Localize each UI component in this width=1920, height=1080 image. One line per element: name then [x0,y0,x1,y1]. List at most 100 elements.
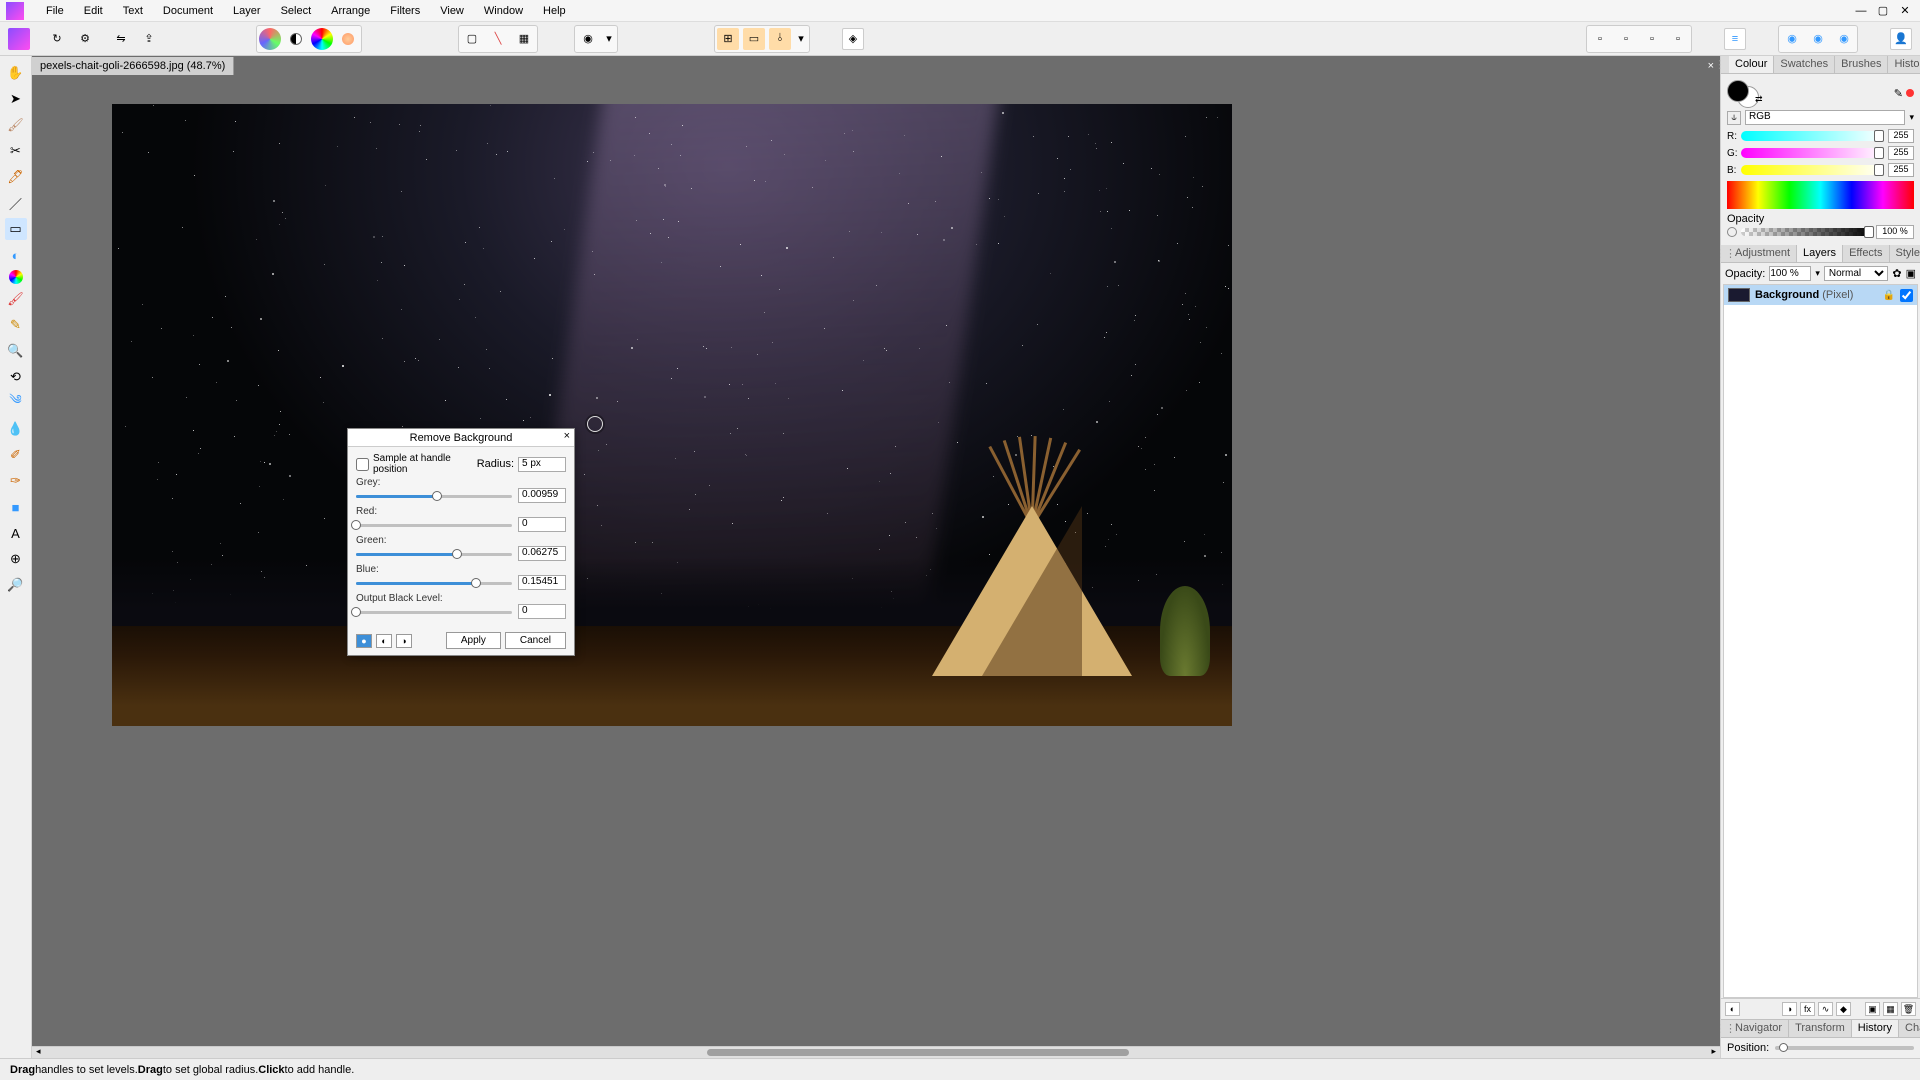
tab-colour[interactable]: Colour [1729,56,1774,73]
mirror-icon[interactable]: ⇋ [110,28,132,50]
tab-adjustment[interactable]: Adjustment [1729,245,1797,262]
menu-filters[interactable]: Filters [380,2,430,20]
scrollbar-thumb[interactable] [707,1049,1129,1056]
menu-document[interactable]: Document [153,2,223,20]
tab-transform[interactable]: Transform [1789,1020,1852,1037]
reload-icon[interactable]: ↻ [46,28,68,50]
menu-edit[interactable]: Edit [74,2,113,20]
menu-arrange[interactable]: Arrange [321,2,380,20]
close-button[interactable]: ✕ [1898,4,1912,18]
align-icon[interactable]: ≡ [1724,28,1746,50]
search-tool[interactable]: 🔍 [5,340,27,362]
slider-2[interactable] [356,547,512,561]
layer-item[interactable]: Background (Pixel) 🔒 [1724,285,1917,305]
color-mode-select[interactable]: RGB [1745,110,1905,125]
paint-tool[interactable]: 🖌 [5,288,27,310]
curves-icon[interactable]: ∿ [1818,1002,1833,1016]
add-layer-icon[interactable]: ▦ [1883,1002,1898,1016]
slider-value-2[interactable]: 0.06275 [518,546,566,561]
document-tab[interactable]: pexels-chait-goli-2666598.jpg (48.7%) [32,57,234,75]
layer-list[interactable]: Background (Pixel) 🔒 [1723,284,1918,998]
menu-help[interactable]: Help [533,2,576,20]
green-value[interactable]: 255 [1888,146,1914,160]
slider-value-4[interactable]: 0 [518,604,566,619]
crop-tool[interactable]: ✂ [5,140,27,162]
sample-checkbox[interactable] [356,458,369,471]
gradient-tool[interactable] [9,270,23,284]
marquee-tool[interactable]: ▭ [5,218,27,240]
preset-3-button[interactable]: ◑ [396,634,412,648]
arrange-forward-icon[interactable]: ▫ [1641,28,1663,50]
account-icon[interactable]: 👤 [1890,28,1912,50]
slider-value-3[interactable]: 0.15451 [518,575,566,590]
recent-color-dot[interactable] [1906,89,1914,97]
tab-layers[interactable]: Layers [1797,245,1843,262]
green-slider[interactable] [1741,148,1884,158]
preset-2-button[interactable]: ◐ [376,634,392,648]
adjust-icon[interactable]: ◑ [1782,1002,1797,1016]
arrange-front-icon[interactable]: ▫ [1667,28,1689,50]
opacity-slider[interactable] [1741,228,1872,236]
menu-view[interactable]: View [430,2,474,20]
tab-channels[interactable]: Channels [1899,1020,1920,1037]
mesh-tool[interactable]: ⊕ [5,548,27,570]
text-tool[interactable]: A [5,522,27,544]
layer-opacity-input[interactable] [1769,266,1811,281]
snap-dropdown-icon[interactable]: ▾ [795,28,807,50]
menu-text[interactable]: Text [113,2,153,20]
globe3-icon[interactable]: ◉ [1833,28,1855,50]
tab-swatches[interactable]: Swatches [1774,56,1835,73]
eyedropper-icon[interactable]: ✎ [1894,87,1903,100]
fill-tool[interactable]: ✎ [5,314,27,336]
globe2-icon[interactable]: ◉ [1807,28,1829,50]
arrange-backward-icon[interactable]: ▫ [1615,28,1637,50]
menu-select[interactable]: Select [271,2,322,20]
radius-input[interactable]: 5 px [518,457,566,472]
tag-icon[interactable]: ◆ [1836,1002,1851,1016]
arrange-back-icon[interactable]: ▫ [1589,28,1611,50]
blue-value[interactable]: 255 [1888,163,1914,177]
history-slider[interactable] [1775,1046,1914,1050]
snap-pixel-icon[interactable]: ⊞ [717,28,739,50]
maximize-button[interactable]: ▢ [1876,4,1890,18]
tab-histogram[interactable]: Histogram [1888,56,1920,73]
eyedropper-tool[interactable]: ✐ [5,444,27,466]
heal-tool[interactable]: ✑ [5,470,27,492]
delete-layer-icon[interactable]: 🗑 [1901,1002,1916,1016]
rgb-circle-icon[interactable] [311,28,333,50]
zoom-tool[interactable]: 🔎 [5,574,27,596]
snap-magnet-icon[interactable]: ⫰ [769,28,791,50]
dropdown-icon[interactable]: ▾ [603,28,615,50]
color-wheel-icon[interactable] [259,28,281,50]
horizontal-scrollbar[interactable]: ◂ ▸ [32,1046,1720,1058]
share-icon[interactable]: ⇪ [138,28,160,50]
hand-tool[interactable]: ✋ [5,62,27,84]
slider-1[interactable] [356,518,512,532]
menu-layer[interactable]: Layer [223,2,271,20]
move-tool[interactable]: ➤ [5,88,27,110]
flood-tool[interactable]: ◐ [5,244,27,266]
line-tool[interactable]: ／ [5,192,27,214]
gear-icon[interactable]: ⚙ [74,28,96,50]
slider-3[interactable] [356,576,512,590]
tab-navigator[interactable]: Navigator [1729,1020,1789,1037]
layer-visible-icon[interactable]: ▣ [1906,267,1916,280]
soft-circle-icon[interactable] [337,28,359,50]
target-icon[interactable]: ◉ [577,28,599,50]
half-circle-icon[interactable] [285,28,307,50]
quick-mask-icon[interactable]: ▦ [513,28,535,50]
no-selection-icon[interactable]: ╲ [487,28,509,50]
slider-0[interactable] [356,489,512,503]
cancel-button[interactable]: Cancel [505,632,566,649]
slider-value-0[interactable]: 0.00959 [518,488,566,503]
slider-4[interactable] [356,605,512,619]
menu-file[interactable]: File [36,2,74,20]
tab-styles[interactable]: Styles [1890,245,1920,262]
brush-tool[interactable]: 🖊 [5,166,27,188]
view-tool[interactable]: 🖌 [5,114,27,136]
group-icon[interactable]: ▣ [1865,1002,1880,1016]
opacity-none-icon[interactable] [1727,227,1737,237]
blend-mode-select[interactable]: Normal [1824,266,1888,281]
red-value[interactable]: 255 [1888,129,1914,143]
red-slider[interactable] [1741,131,1884,141]
